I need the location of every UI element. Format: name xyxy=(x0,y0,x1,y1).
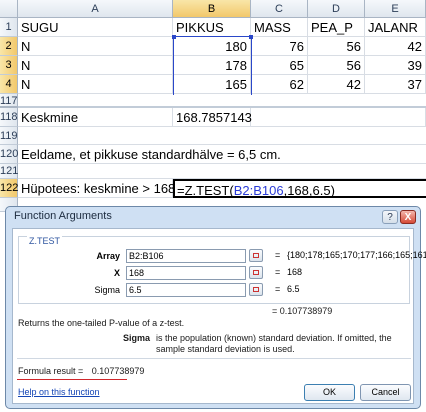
formula-suffix: ,168,6.5) xyxy=(283,183,335,198)
help-on-function-link[interactable]: Help on this function xyxy=(18,387,100,397)
cell-c3[interactable]: 65 xyxy=(251,56,308,75)
array-input[interactable]: B2:B106 xyxy=(126,249,246,263)
function-name: Z.TEST xyxy=(27,236,62,246)
cell-a2[interactable]: N xyxy=(18,37,173,56)
row-header-120[interactable]: 120 xyxy=(0,145,18,164)
row-header-119[interactable]: 119 xyxy=(0,127,18,145)
dialog-body: Z.TEST Array B2:B106 = {180;178;165;170;… xyxy=(12,228,426,404)
function-group: Z.TEST Array B2:B106 = {180;178;165;170;… xyxy=(18,236,426,304)
formula-result: Formula result = 0.107738979 xyxy=(18,366,144,376)
row-header-2[interactable]: 2 xyxy=(0,37,18,56)
row-header-1[interactable]: 1 xyxy=(0,18,18,37)
cell-e3[interactable]: 39 xyxy=(365,56,426,75)
array-equals: = xyxy=(275,250,281,260)
function-arguments-dialog: Function Arguments ? X Z.TEST Array B2:B… xyxy=(5,206,426,409)
cell-d3[interactable]: 56 xyxy=(308,56,365,75)
formula-range-ref: B2:B106 xyxy=(233,183,284,198)
sigma-input[interactable]: 6.5 xyxy=(126,283,246,297)
close-icon[interactable]: X xyxy=(400,210,416,224)
cell-d2[interactable]: 56 xyxy=(308,37,365,56)
arg-label-array: Array xyxy=(96,251,120,261)
overall-result: = 0.107738979 xyxy=(272,306,333,316)
column-header-e[interactable]: E xyxy=(365,0,426,18)
sigma-collapse-button[interactable] xyxy=(249,283,263,296)
selection-handle-right[interactable] xyxy=(249,35,253,39)
cell-a118[interactable]: Keskmine xyxy=(18,108,173,127)
cell-a120[interactable]: Eeldame, et pikkuse standardhälve = 6,5 … xyxy=(18,145,426,164)
cell-e2[interactable]: 42 xyxy=(365,37,426,56)
divider xyxy=(17,358,411,359)
grid-row-117 xyxy=(18,94,426,108)
x-input[interactable]: 168 xyxy=(126,266,246,280)
x-equals: = xyxy=(275,267,281,277)
row-header-4[interactable]: 4 xyxy=(0,75,18,94)
cell-a1[interactable]: SUGU xyxy=(18,18,173,37)
sigma-equals: = xyxy=(275,284,281,294)
cell-e4[interactable]: 37 xyxy=(365,75,426,94)
cell-c118[interactable] xyxy=(251,108,426,127)
cell-e1[interactable]: JALANR xyxy=(365,18,426,37)
formula-prefix: =Z.TEST( xyxy=(177,183,234,198)
row-header-118[interactable]: 118 xyxy=(0,108,18,127)
cell-a3[interactable]: N xyxy=(18,56,173,75)
arg-label-sigma: Sigma xyxy=(94,285,120,295)
cell-c2[interactable]: 76 xyxy=(251,37,308,56)
row-header-121[interactable]: 121 xyxy=(0,164,18,179)
cancel-button[interactable]: Cancel xyxy=(360,384,411,401)
cell-a122[interactable]: Hüpotees: keskmine > 168 xyxy=(18,179,175,198)
selection-handle[interactable] xyxy=(172,35,176,39)
cell-b122-formula[interactable]: =Z.TEST(B2:B106,168,6.5) xyxy=(173,179,426,198)
x-collapse-button[interactable] xyxy=(249,266,263,279)
column-header-d[interactable]: D xyxy=(308,0,365,18)
range-selection-b2-b106[interactable] xyxy=(173,36,252,95)
grid-row-119 xyxy=(18,127,426,145)
function-description: Returns the one-tailed P-value of a z-te… xyxy=(18,318,185,328)
formula-result-label: Formula result = xyxy=(18,366,84,376)
column-header-b[interactable]: B xyxy=(173,0,251,18)
cell-d4[interactable]: 42 xyxy=(308,75,365,94)
cell-b118[interactable]: 168.7857143 xyxy=(173,108,252,127)
cell-b1[interactable]: PIKKUS xyxy=(173,18,251,37)
dialog-title: Function Arguments xyxy=(14,210,112,222)
ok-button[interactable]: OK xyxy=(304,384,355,401)
row-header-117[interactable]: 117 xyxy=(0,94,18,108)
x-result: 168 xyxy=(287,267,303,277)
formula-result-underline xyxy=(17,379,127,380)
cell-a4[interactable]: N xyxy=(18,75,173,94)
arg-description-text: is the population (known) standard devia… xyxy=(156,333,392,354)
cell-c1[interactable]: MASS xyxy=(251,18,308,37)
grid-row-121 xyxy=(18,164,426,179)
column-header-a[interactable]: A xyxy=(18,0,173,18)
row-header-122[interactable]: 122 xyxy=(0,179,18,198)
array-collapse-button[interactable] xyxy=(249,249,263,262)
array-result: {180;178;165;170;177;166;165;161;16 xyxy=(287,250,426,260)
arg-label-x: X xyxy=(113,268,120,278)
select-all-corner[interactable] xyxy=(0,0,18,18)
cell-c4[interactable]: 62 xyxy=(251,75,308,94)
cell-d1[interactable]: PEA_P xyxy=(308,18,365,37)
help-icon[interactable]: ? xyxy=(382,210,398,224)
row-header-3[interactable]: 3 xyxy=(0,56,18,75)
column-header-c[interactable]: C xyxy=(251,0,308,18)
arg-description-name: Sigma xyxy=(123,333,151,343)
sigma-result: 6.5 xyxy=(287,284,300,294)
formula-result-value: 0.107738979 xyxy=(91,366,145,376)
